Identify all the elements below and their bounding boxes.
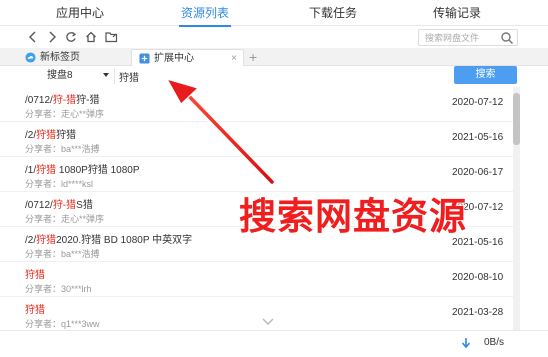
result-sharer: 分享者：ld****ksl xyxy=(25,179,94,189)
search-engine-select[interactable]: 搜盘8 xyxy=(27,68,113,84)
result-date: 2021-05-16 xyxy=(452,132,504,143)
browser-tab-label: 扩展中心 xyxy=(154,53,194,64)
result-title[interactable]: /2/狩猎狩猎 xyxy=(25,126,76,141)
tab-download-tasks[interactable]: 下载任务 xyxy=(293,0,373,26)
result-title[interactable]: /1/狩猎 1080P狩猎 1080P xyxy=(25,161,140,176)
scrollbar-thumb[interactable] xyxy=(513,93,520,145)
tab-app-center[interactable]: 应用中心 xyxy=(40,0,120,26)
result-title[interactable]: 狩猎 xyxy=(25,266,45,281)
top-nav: 应用中心 资源列表 下载任务 传输记录 xyxy=(0,0,548,27)
chevron-down-icon[interactable] xyxy=(262,318,274,326)
result-sharer: 分享者：ba***浩搏 xyxy=(25,249,100,259)
close-tab-button[interactable]: × xyxy=(231,50,237,67)
home-icon xyxy=(86,31,96,43)
browser-tab-extension-center[interactable]: 扩展中心 × xyxy=(131,49,244,66)
result-date: 2020-07-12 xyxy=(452,97,504,108)
status-bar: 0B/s xyxy=(0,330,548,357)
result-title[interactable]: 狩猎 xyxy=(25,301,45,316)
download-speed: 0B/s xyxy=(484,337,505,348)
chevron-right-icon xyxy=(49,31,56,43)
keyword-input[interactable] xyxy=(114,68,452,84)
search-engine-value: 搜盘8 xyxy=(47,70,73,81)
open-folder-button[interactable] xyxy=(103,29,119,45)
cloud-icon xyxy=(25,52,36,63)
browser-tab-new[interactable]: 新标签页 xyxy=(18,49,113,66)
chevron-left-icon xyxy=(29,31,36,43)
result-title[interactable]: /2/狩猎2020.狩猎 BD 1080P 中英双字 xyxy=(25,231,192,246)
tab-transfer-records[interactable]: 传输记录 xyxy=(417,0,497,26)
annotation-text: 搜索网盘资源 xyxy=(238,194,467,239)
result-sharer: 分享者：ba***浩搏 xyxy=(25,144,100,154)
download-arrow-icon xyxy=(461,338,471,349)
back-button[interactable] xyxy=(25,29,41,45)
search-button[interactable]: 搜索 xyxy=(454,66,517,84)
refresh-button[interactable] xyxy=(63,29,79,45)
result-date: 2020-06-17 xyxy=(452,167,504,178)
caret-down-icon xyxy=(103,73,109,77)
folder-icon xyxy=(104,32,117,43)
list-item[interactable]: 狩猎 分享者：30***lrh 2020-08-10 xyxy=(0,262,520,297)
result-sharer: 分享者：走心**弹序 xyxy=(25,109,105,119)
extension-icon xyxy=(139,53,150,64)
result-title[interactable]: /0712/狩-猎狩-猎 xyxy=(25,91,100,106)
tab-resource-list[interactable]: 资源列表 xyxy=(165,0,245,27)
add-tab-button[interactable]: + xyxy=(249,48,257,66)
results-scrollbar[interactable] xyxy=(513,87,520,330)
forward-button[interactable] xyxy=(44,29,60,45)
disk-search-button[interactable] xyxy=(500,31,514,45)
home-button[interactable] xyxy=(83,29,99,45)
result-sharer: 分享者：走心**弹序 xyxy=(25,214,105,224)
result-title[interactable]: /0712/狩-猎S猎 xyxy=(25,196,93,211)
refresh-icon xyxy=(66,31,77,42)
result-sharer: 分享者：30***lrh xyxy=(25,284,92,294)
browser-tab-bar: 新标签页 扩展中心 × + xyxy=(0,48,548,66)
list-item[interactable]: 狩猎 分享者：q1***3ww 2021-03-28 xyxy=(0,297,520,330)
search-icon xyxy=(501,32,514,45)
result-sharer: 分享者：q1***3ww xyxy=(25,319,100,329)
toolbar xyxy=(0,26,548,48)
result-date: 2020-08-10 xyxy=(452,272,504,283)
result-date: 2021-03-28 xyxy=(452,307,504,318)
list-item[interactable]: /2/狩猎狩猎 分享者：ba***浩搏 2021-05-16 xyxy=(0,122,520,157)
browser-tab-label: 新标签页 xyxy=(40,52,80,63)
list-item[interactable]: /0712/狩-猎狩-猎 分享者：走心**弹序 2020-07-12 xyxy=(0,87,520,122)
